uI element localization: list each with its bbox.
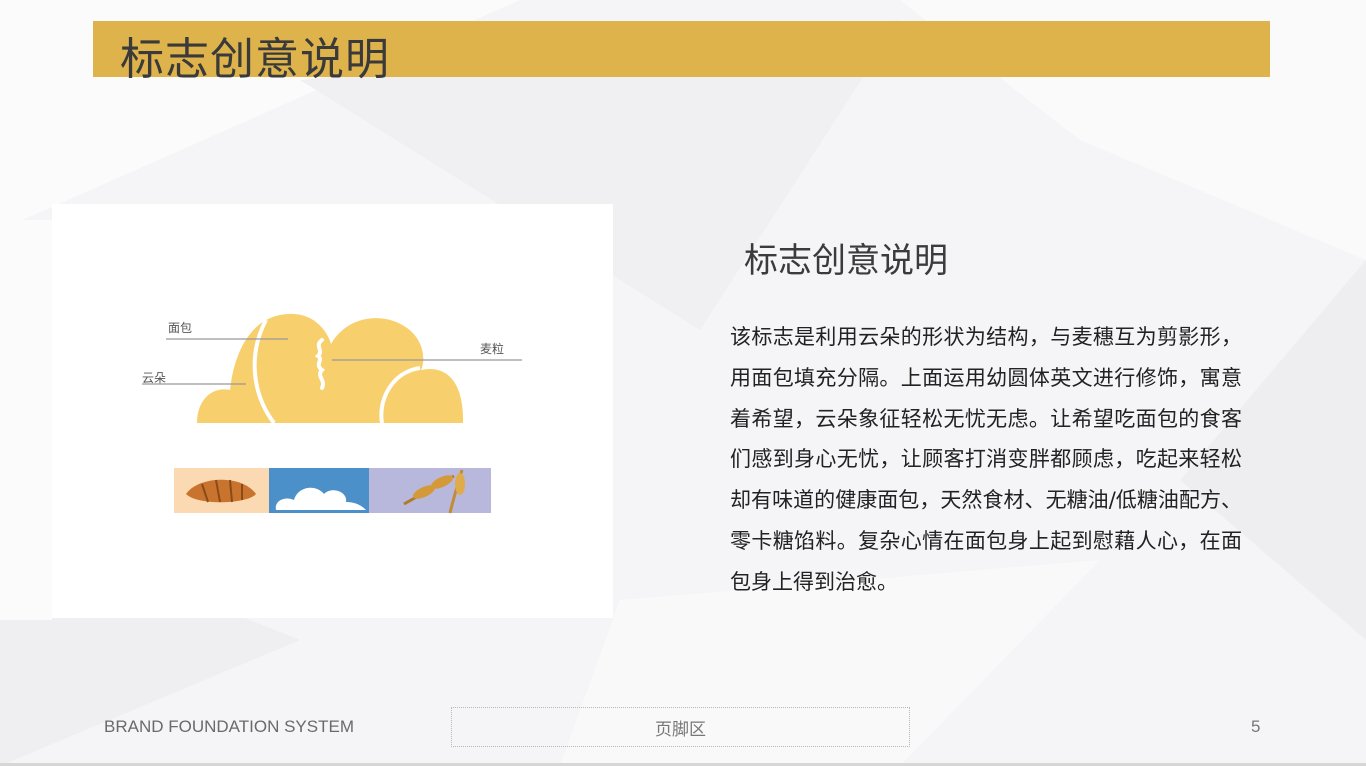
wheat-photo (369, 468, 491, 514)
logo-figure: 面包 云朵 麦粒 (52, 204, 613, 618)
logo-illustration: 面包 云朵 麦粒 (142, 313, 522, 514)
description-paragraph: 该标志是利用云朵的形状为结构，与麦穗互为剪影形，用面包填充分隔。上面运用幼圆体英… (730, 325, 1242, 594)
label-bread: 面包 (168, 321, 192, 335)
page-number: 5 (1251, 717, 1261, 736)
section-heading: 标志创意说明 (744, 241, 948, 281)
cloud-photo (269, 468, 369, 513)
bread-cloud-logo (197, 313, 464, 425)
label-wheat: 麦粒 (480, 341, 504, 356)
label-cloud: 云朵 (142, 371, 166, 385)
page-title: 标志创意说明 (120, 34, 390, 85)
footer-brand: BRAND FOUNDATION SYSTEM (104, 717, 354, 736)
croissant-photo (174, 468, 269, 513)
footer-placeholder[interactable]: 页脚区 (451, 707, 910, 747)
